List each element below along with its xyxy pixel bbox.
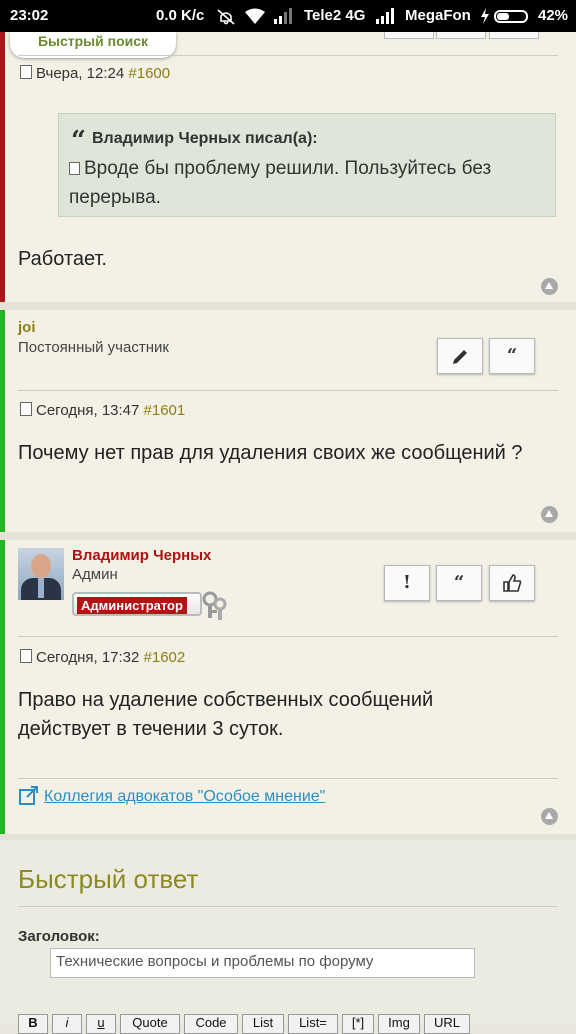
post-action-button[interactable]: [384, 32, 434, 39]
toolbar-quote-button[interactable]: Quote: [120, 1014, 180, 1034]
subject-label: Заголовок:: [18, 928, 100, 945]
pencil-icon: [453, 350, 467, 364]
signal-icon: [376, 8, 394, 24]
signal-icon: [274, 8, 292, 24]
post-date: Сегодня, 17:32: [36, 649, 140, 666]
post-number[interactable]: #1601: [144, 402, 186, 419]
status-battery-percent: 42%: [538, 7, 569, 24]
post-author-role: Админ: [72, 566, 118, 583]
divider: [18, 390, 558, 391]
quote-block: “ Владимир Черных писал(а): Вроде бы проб…: [58, 113, 556, 217]
scroll-top-icon[interactable]: [541, 808, 558, 825]
post-number[interactable]: #1602: [144, 649, 186, 666]
quick-reply-title: Быстрый ответ: [18, 864, 199, 894]
quote-author: Владимир Черных писал(а):: [91, 130, 318, 147]
quote-header: “ Владимир Черных писал(а):: [71, 126, 318, 156]
post-doc-icon[interactable]: [20, 649, 32, 663]
battery-icon: [494, 10, 528, 23]
exclamation-icon: !: [403, 572, 411, 593]
status-time: 23:02: [10, 7, 49, 24]
thumbs-up-icon: [503, 574, 522, 592]
post-meta: Сегодня, 17:32 #1602: [20, 649, 185, 666]
post-doc-icon[interactable]: [20, 65, 32, 79]
quote-text: Вроде бы проблему решили. Пользуйтесь бе…: [69, 158, 492, 208]
post-author[interactable]: joi: [18, 319, 36, 336]
toolbar-list-button[interactable]: List: [242, 1014, 284, 1034]
status-carrier-1: Tele2 4G: [304, 7, 366, 24]
toolbar-list-item-button[interactable]: [*]: [342, 1014, 374, 1034]
toolbar-image-button[interactable]: Img: [378, 1014, 420, 1034]
report-button[interactable]: !: [384, 565, 430, 601]
post-date: Вчера, 12:24: [36, 65, 125, 82]
post-separator: [0, 302, 576, 310]
post-doc-icon[interactable]: [20, 402, 32, 416]
status-carrier-2: MegaFon: [405, 7, 471, 24]
quote-link-icon[interactable]: [69, 162, 80, 175]
admin-badge-label: Администратор: [77, 597, 187, 614]
status-net-speed: 0.0 K/c: [156, 7, 205, 24]
wifi-icon: [245, 8, 265, 24]
quote-button[interactable]: “: [436, 565, 482, 601]
signature: Коллегия адвокатов "Особое мнение": [18, 784, 325, 806]
scroll-top-icon[interactable]: [541, 506, 558, 523]
post-action-button[interactable]: [489, 32, 539, 39]
external-link-icon: [19, 786, 38, 805]
post-meta: Вчера, 12:24 #1600: [20, 65, 170, 82]
like-button[interactable]: [489, 565, 535, 601]
divider: [18, 55, 558, 56]
post-author[interactable]: Владимир Черных: [72, 547, 211, 564]
scroll-top-icon[interactable]: [541, 278, 558, 295]
status-bar: 23:02 0.0 K/c Tele2 4G MegaFon 42%: [0, 0, 576, 32]
post-action-button[interactable]: [436, 32, 486, 39]
post-date: Сегодня, 13:47: [36, 402, 140, 419]
quote-icon: “: [506, 345, 518, 366]
post-text: Почему нет прав для удаления своих же со…: [18, 442, 523, 464]
post-meta: Сегодня, 13:47 #1601: [20, 402, 185, 419]
edit-button[interactable]: [437, 338, 483, 374]
divider: [18, 636, 558, 637]
mute-icon: [217, 9, 235, 25]
quote-mark-icon: “: [71, 126, 86, 156]
post-separator: [0, 532, 576, 540]
signature-link[interactable]: Коллегия адвокатов "Особое мнение": [44, 788, 325, 805]
quote-icon: “: [453, 572, 465, 593]
toolbar-bold-button[interactable]: B: [18, 1014, 48, 1034]
toolbar-underline-button[interactable]: u: [86, 1014, 116, 1034]
avatar[interactable]: [18, 548, 64, 600]
subject-input[interactable]: Технические вопросы и проблемы по форуму: [50, 948, 475, 978]
toolbar-code-button[interactable]: Code: [184, 1014, 238, 1034]
post-number[interactable]: #1600: [128, 65, 170, 82]
admin-badge: Администратор: [72, 590, 230, 620]
toolbar-list-ordered-button[interactable]: List=: [288, 1014, 338, 1034]
post-text: Право на удаление собственных сообщений …: [18, 689, 434, 740]
charging-icon: [481, 8, 489, 24]
quote-button[interactable]: “: [489, 338, 535, 374]
signature-divider: [18, 778, 558, 779]
toolbar-url-button[interactable]: URL: [424, 1014, 470, 1034]
post-author-role: Постоянный участник: [18, 339, 169, 356]
post-text: Работает.: [18, 248, 107, 270]
divider: [18, 906, 558, 907]
toolbar-italic-button[interactable]: i: [52, 1014, 82, 1034]
keys-icon: [202, 591, 227, 620]
